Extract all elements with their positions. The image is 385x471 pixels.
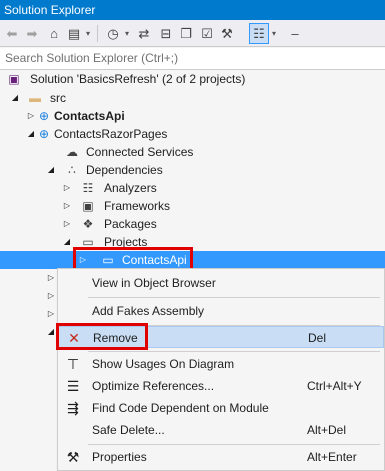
tree-item-dependencies[interactable]: ◢ ∴ Dependencies (0, 161, 385, 179)
highlight-box-remove (56, 323, 148, 350)
properties-icon[interactable]: ☑ (197, 23, 217, 44)
expanded-arrow-icon[interactable]: ◢ (26, 125, 36, 143)
collapsed-arrow-icon[interactable]: ▷ (46, 305, 56, 323)
preview-selected-items-icon[interactable]: ☷ (249, 23, 269, 44)
src-label: src (50, 91, 66, 105)
tree-item-src[interactable]: ◢ ▬ src (0, 89, 385, 107)
menu-separator (88, 297, 380, 298)
dependencies-icon: ∴ (68, 163, 76, 177)
analyzers-icon: ☷ (82, 181, 94, 195)
dependencies-label: Dependencies (86, 163, 163, 177)
diagram-icon: ⊤ (66, 356, 80, 372)
toolbar: ⬅ ➡ ⌂ ▤ ▾ ◷ ▾ ⇄ ⊟ ❐ ☑ ⚒ ☷ ▾ ‒ (0, 20, 385, 47)
menu-label: Show Usages On Diagram (92, 357, 235, 371)
menu-label: Properties (92, 450, 147, 464)
collapsed-arrow-icon[interactable]: ▷ (62, 215, 72, 233)
expanded-arrow-icon[interactable]: ◢ (62, 233, 72, 251)
switch-views-dropdown-icon[interactable]: ▾ (84, 23, 92, 44)
solution-icon: ▣ (8, 72, 20, 86)
menu-separator (88, 351, 380, 352)
forward-icon[interactable]: ➡ (22, 23, 42, 44)
expanded-arrow-icon[interactable]: ◢ (46, 161, 56, 179)
preview-dropdown-icon[interactable]: ▾ (270, 23, 278, 44)
web-project-icon: ⊕ (38, 127, 50, 141)
menu-shortcut: Ctrl+Alt+Y (307, 379, 362, 393)
menu-item-properties[interactable]: ⚒ Properties Alt+Enter (58, 446, 384, 468)
folder-icon: ▬ (29, 91, 41, 105)
expanded-arrow-icon[interactable]: ◢ (46, 323, 56, 341)
tree-item-contactsapi-project[interactable]: ▷ ⊕ ContactsApi (0, 107, 385, 125)
wrench-icon: ⚒ (66, 449, 80, 465)
pending-changes-dropdown-icon[interactable]: ▾ (123, 23, 131, 44)
find-dependent-icon: ⇶ (67, 400, 79, 416)
collapsed-arrow-icon[interactable]: ▷ (46, 269, 56, 287)
menu-item-find-code-dependent[interactable]: ⇶ Find Code Dependent on Module (58, 397, 384, 419)
solution-label: Solution 'BasicsRefresh' (2 of 2 project… (30, 72, 246, 86)
wrench-icon[interactable]: ⚒ (217, 23, 237, 44)
back-icon[interactable]: ⬅ (2, 23, 22, 44)
pending-changes-icon[interactable]: ◷ (103, 23, 123, 44)
collapsed-arrow-icon[interactable]: ▷ (26, 107, 36, 125)
tree-item-packages[interactable]: ▷ ❖ Packages (0, 215, 385, 233)
contactsrazorpages-label: ContactsRazorPages (54, 127, 168, 141)
menu-shortcut: Del (308, 331, 327, 345)
connected-services-icon: ☁ (66, 145, 78, 159)
menu-item-show-usages[interactable]: ⊤ Show Usages On Diagram (58, 353, 384, 375)
contactsapi-label: ContactsApi (54, 109, 125, 123)
connected-services-label: Connected Services (86, 145, 194, 159)
search-input[interactable]: Search Solution Explorer (Ctrl+;) (0, 48, 385, 70)
menu-item-view-object-browser[interactable]: View in Object Browser (58, 272, 384, 294)
tree-item-frameworks[interactable]: ▷ ▣ Frameworks (0, 197, 385, 215)
tree-item-contactsrazorpages[interactable]: ◢ ⊕ ContactsRazorPages (0, 125, 385, 143)
menu-separator (88, 444, 380, 445)
menu-label: Safe Delete... (92, 423, 165, 437)
tree-item-analyzers[interactable]: ▷ ☷ Analyzers (0, 179, 385, 197)
toolbar-separator (97, 25, 98, 42)
packages-icon: ❖ (82, 217, 94, 231)
menu-item-add-fakes-assembly[interactable]: Add Fakes Assembly (58, 300, 384, 322)
menu-label: View in Object Browser (92, 276, 216, 290)
web-project-icon: ⊕ (38, 109, 50, 123)
window-title: Solution Explorer (0, 0, 385, 20)
tree-item-solution[interactable]: ▣ Solution 'BasicsRefresh' (2 of 2 proje… (0, 70, 385, 88)
collapsed-arrow-icon[interactable]: ▷ (46, 287, 56, 305)
packages-label: Packages (104, 217, 157, 231)
sync-icon[interactable]: ⇄ (134, 23, 154, 44)
menu-label: Optimize References... (92, 379, 215, 393)
menu-item-safe-delete[interactable]: Safe Delete... Alt+Del (58, 419, 384, 441)
tree-item-connected-services[interactable]: ☁ Connected Services (0, 143, 385, 161)
menu-label: Add Fakes Assembly (92, 304, 205, 318)
show-all-files-icon[interactable]: ❐ (176, 23, 196, 44)
switch-views-icon[interactable]: ▤ (64, 23, 84, 44)
menu-item-optimize-references[interactable]: ☰ Optimize References... Ctrl+Alt+Y (58, 375, 384, 397)
frameworks-icon: ▣ (82, 199, 94, 213)
frameworks-label: Frameworks (104, 199, 171, 213)
pin-icon[interactable]: ‒ (285, 23, 305, 44)
context-menu: View in Object Browser Add Fakes Assembl… (57, 268, 385, 471)
menu-shortcut: Alt+Del (307, 423, 347, 437)
collapsed-arrow-icon[interactable]: ▷ (62, 179, 72, 197)
menu-shortcut: Alt+Enter (307, 450, 357, 464)
expanded-arrow-icon[interactable]: ◢ (10, 89, 20, 107)
menu-label: Find Code Dependent on Module (92, 401, 269, 415)
collapsed-arrow-icon[interactable]: ▷ (62, 197, 72, 215)
analyzers-label: Analyzers (104, 181, 157, 195)
collapse-all-icon[interactable]: ⊟ (156, 23, 176, 44)
home-icon[interactable]: ⌂ (44, 23, 64, 44)
optimize-icon: ☰ (66, 378, 80, 394)
